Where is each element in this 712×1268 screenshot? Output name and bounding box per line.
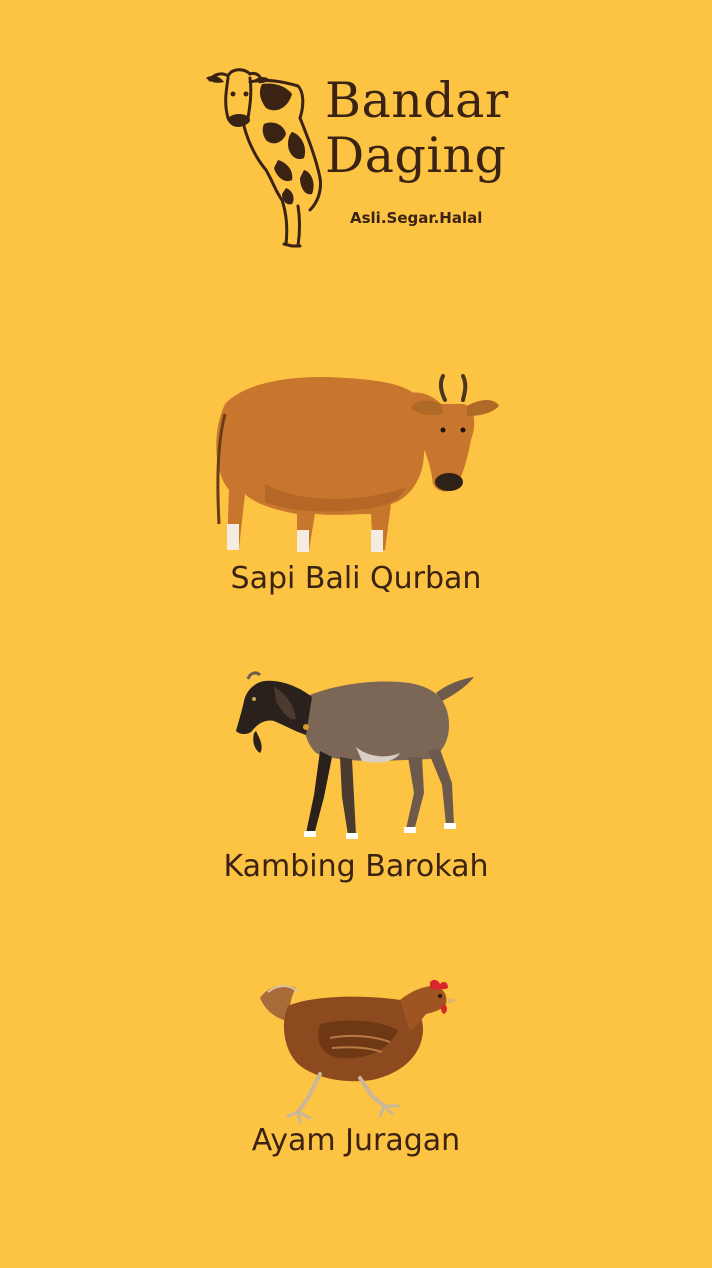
- chicken-image: [260, 979, 458, 1124]
- brand-tagline: Asli.Segar.Halal: [350, 209, 483, 227]
- product-label: Kambing Barokah: [223, 849, 489, 884]
- brand-logo: Bandar Daging Asli.Segar.Halal: [200, 62, 520, 252]
- product-label: Ayam Juragan: [251, 1123, 461, 1158]
- product-item-kambing-barokah[interactable]: Kambing Barokah: [0, 665, 712, 895]
- product-item-sapi-bali[interactable]: Sapi Bali Qurban: [0, 360, 712, 600]
- product-item-ayam-juragan[interactable]: Ayam Juragan: [0, 978, 712, 1168]
- cow-logo-icon: [206, 68, 322, 248]
- brand-name-line1: Bandar: [325, 72, 509, 129]
- goat-image: [236, 671, 474, 839]
- bali-cow-image: [216, 374, 499, 552]
- product-label: Sapi Bali Qurban: [230, 561, 482, 596]
- brand-name-line2: Daging: [325, 127, 507, 184]
